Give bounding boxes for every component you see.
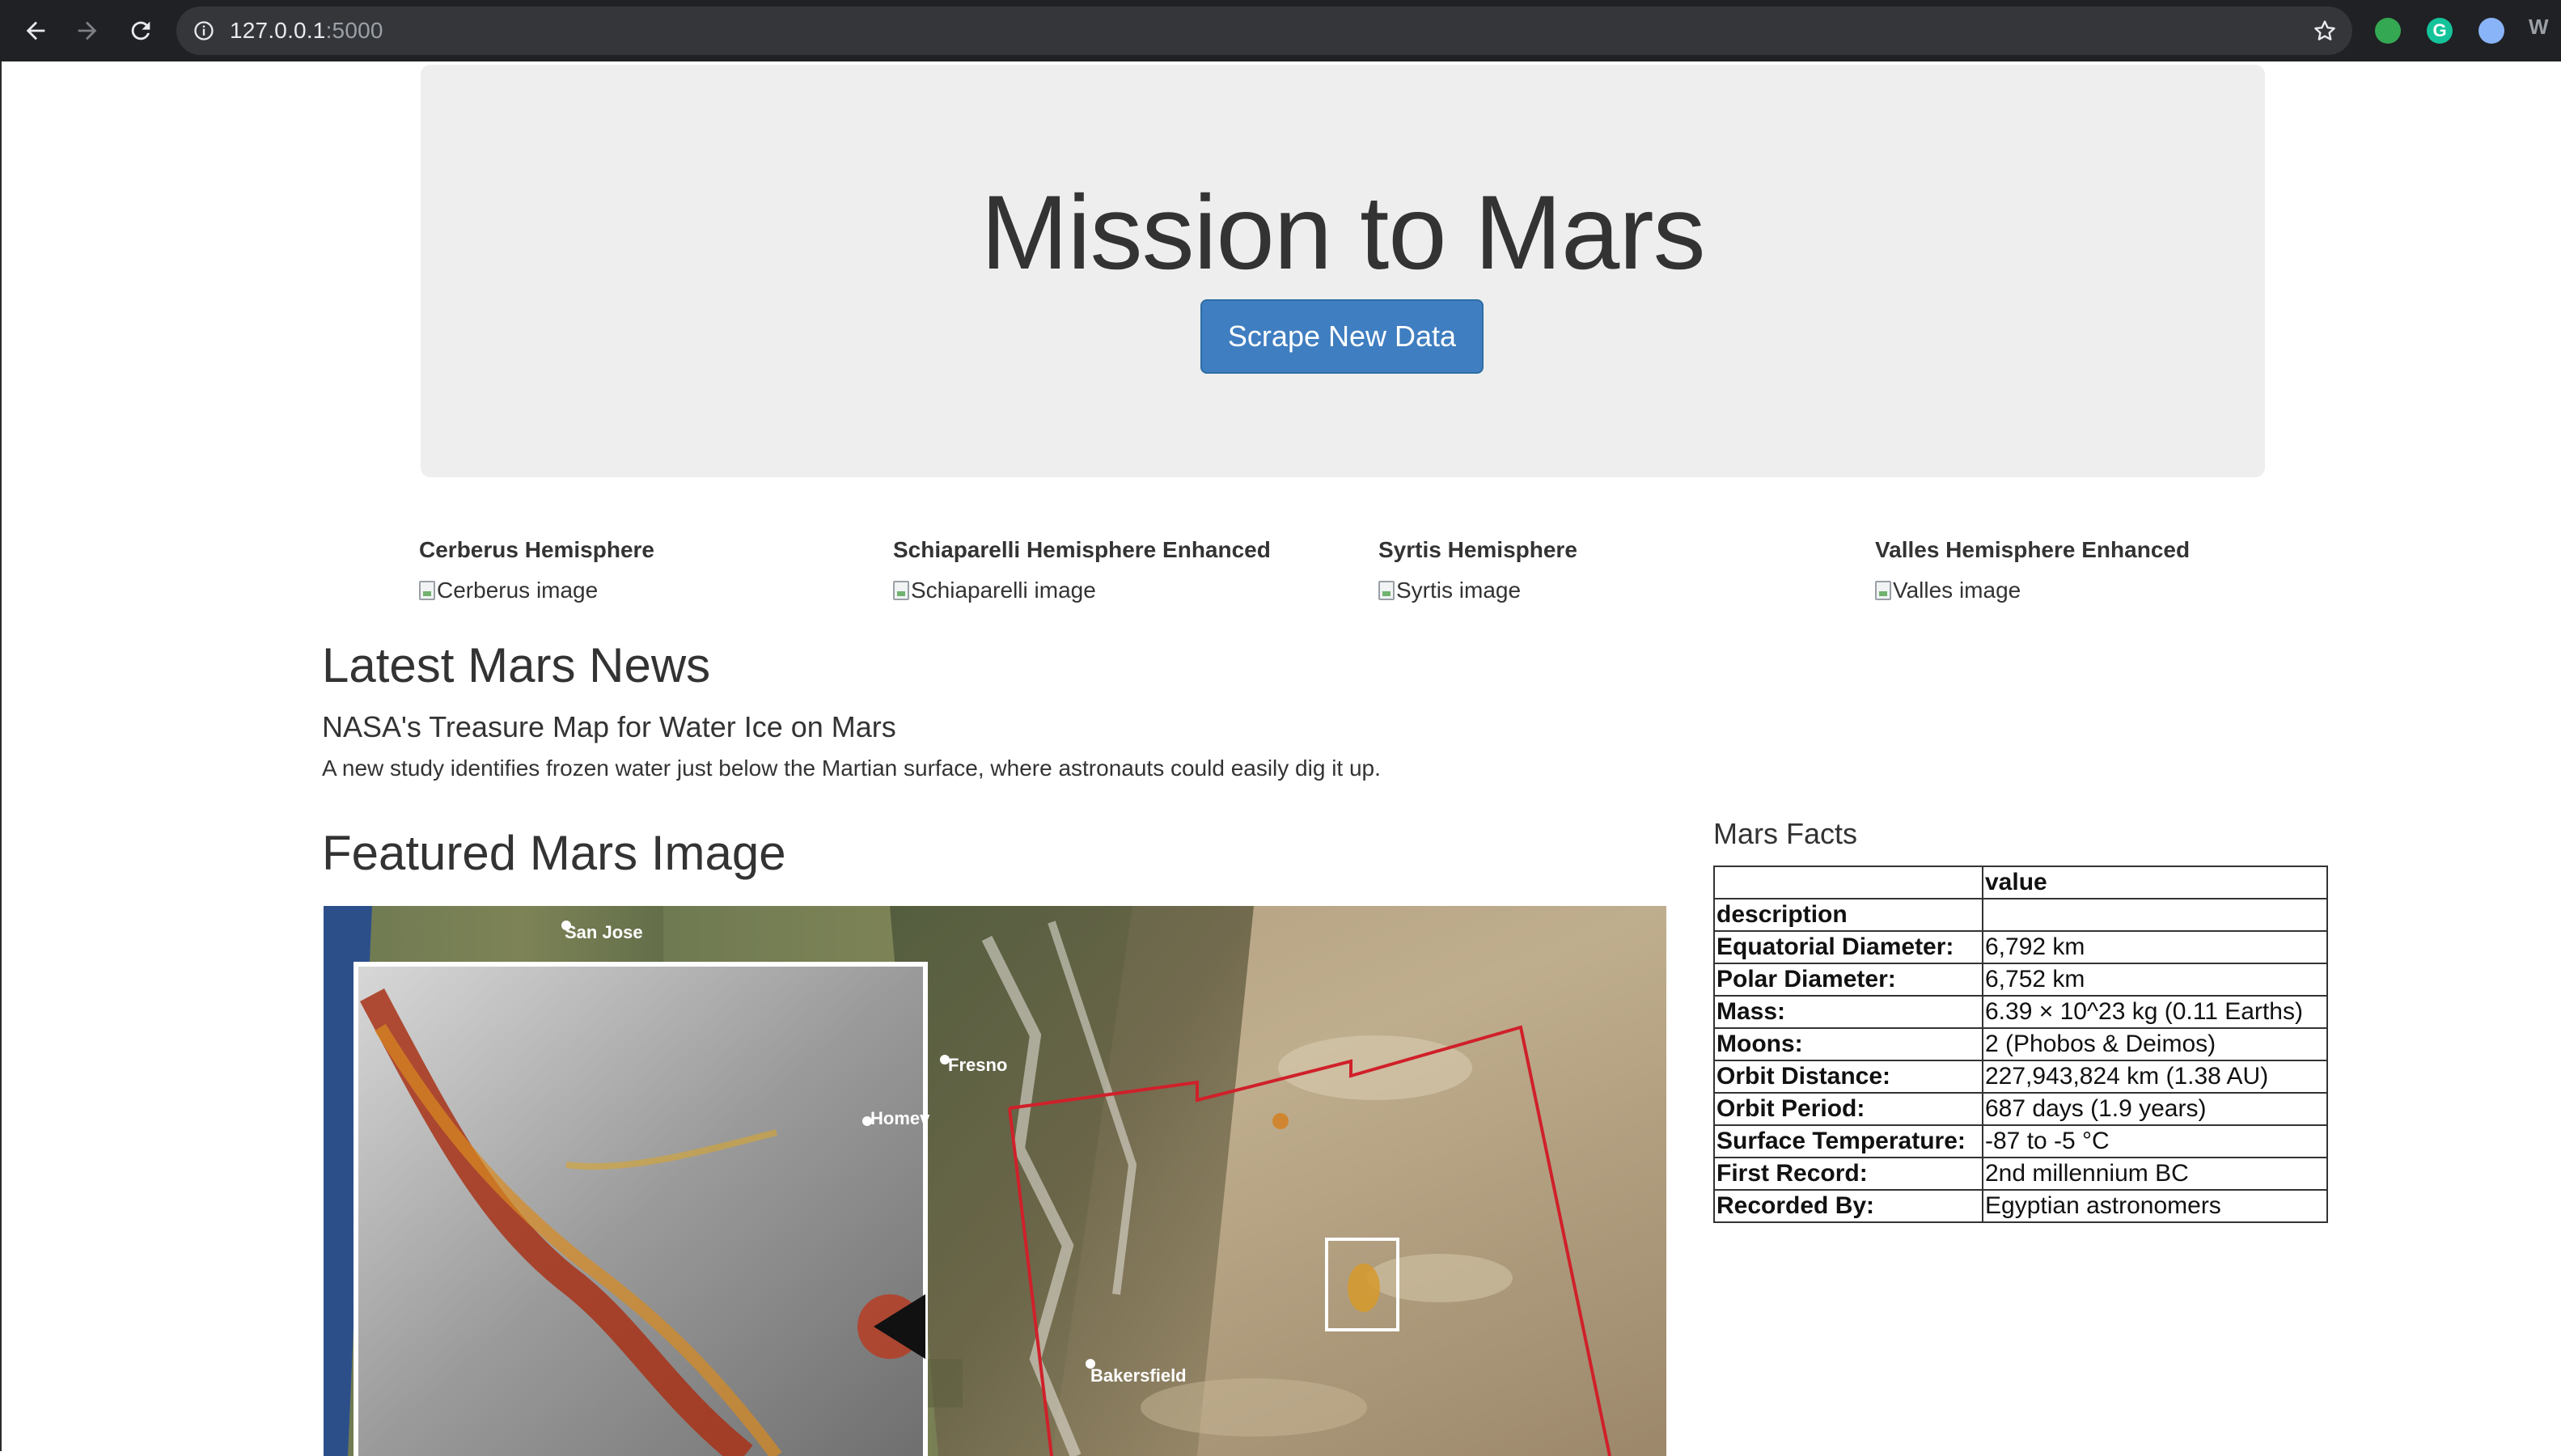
fact-value: 6,792 km (1982, 930, 2328, 964)
fact-label: Recorded By: (1713, 1189, 1983, 1223)
table-header-empty (1982, 898, 2328, 932)
hemisphere-image-alt: Cerberus image (437, 578, 599, 603)
fact-value: 6.39 × 10^23 kg (0.11 Earths) (1982, 995, 2328, 1029)
fact-label: Moons: (1713, 1027, 1983, 1061)
table-row: Orbit Distance: 227,943,824 km (1.38 AU) (1713, 1060, 2328, 1094)
table-header-row: value (1713, 866, 2328, 899)
url-host: 127.0.0.1 (230, 18, 326, 43)
fact-value: Egyptian astronomers (1982, 1189, 2328, 1223)
table-row: Surface Temperature: -87 to -5 °C (1713, 1124, 2328, 1158)
featured-image-graphic: San Jose Fresno Homev Bakersfield (324, 906, 1666, 1456)
featured-image-heading: Featured Mars Image (322, 826, 786, 880)
fact-label: First Record: (1713, 1157, 1983, 1191)
table-row: Moons: 2 (Phobos & Deimos) (1713, 1027, 2328, 1061)
fact-value: 227,943,824 km (1.38 AU) (1982, 1060, 2328, 1094)
hemisphere-image-alt: Schiaparelli image (911, 578, 1096, 603)
news-teaser: A new study identifies frozen water just… (322, 756, 1381, 781)
table-header-row: description (1713, 898, 2328, 932)
hemisphere-schiaparelli: Schiaparelli Hemisphere Enhanced Schiapa… (893, 537, 1271, 603)
mars-facts-heading: Mars Facts (1713, 817, 1858, 850)
hemisphere-title: Valles Hemisphere Enhanced (1875, 537, 2191, 562)
table-row: Polar Diameter: 6,752 km (1713, 963, 2328, 997)
featured-mars-image: San Jose Fresno Homev Bakersfield (324, 906, 1666, 1456)
back-arrow-icon (26, 21, 45, 40)
broken-image-icon (1378, 581, 1395, 600)
table-row: Recorded By: Egyptian astronomers (1713, 1189, 2328, 1223)
fact-label: Equatorial Diameter: (1713, 930, 1983, 964)
back-button[interactable] (19, 15, 52, 47)
hemisphere-syrtis: Syrtis Hemisphere Syrtis image (1378, 537, 1577, 603)
grammarly-extension-icon[interactable]: G (2427, 18, 2453, 44)
jumbotron: Mission to Mars Scrape New Data (421, 65, 2265, 477)
scrape-new-data-button[interactable]: Scrape New Data (1200, 299, 1484, 374)
table-row: Orbit Period: 687 days (1.9 years) (1713, 1092, 2328, 1126)
news-heading: Latest Mars News (322, 638, 711, 692)
hemisphere-title: Schiaparelli Hemisphere Enhanced (893, 537, 1271, 562)
mars-facts-table: value description Equatorial Diameter: 6,… (1713, 866, 2328, 1223)
fact-value: 2nd millennium BC (1982, 1157, 2328, 1191)
hemisphere-cerberus: Cerberus Hemisphere Cerberus image (419, 537, 654, 603)
table-row: Equatorial Diameter: 6,792 km (1713, 930, 2328, 964)
extension-more-icon[interactable]: W (2529, 15, 2549, 40)
fact-value: 2 (Phobos & Deimos) (1982, 1027, 2328, 1061)
fact-label: Mass: (1713, 995, 1983, 1029)
hemisphere-image-alt: Syrtis image (1396, 578, 1522, 603)
news-title: NASA's Treasure Map for Water Ice on Mar… (322, 710, 896, 743)
broken-image-icon (893, 581, 909, 600)
url-port: :5000 (325, 18, 383, 43)
fact-value: 687 days (1.9 years) (1982, 1092, 2328, 1126)
url-text: 127.0.0.1:5000 (230, 6, 383, 55)
fact-label: Surface Temperature: (1713, 1124, 1983, 1158)
extension-green-icon[interactable] (2375, 18, 2401, 44)
hemisphere-valles: Valles Hemisphere Enhanced Valles image (1875, 537, 2190, 603)
browser-toolbar: 127.0.0.1:5000 G W (0, 0, 2561, 61)
fact-value: 6,752 km (1982, 963, 2328, 997)
fact-value: -87 to -5 °C (1982, 1124, 2328, 1158)
map-label-homev: Homev (870, 1108, 930, 1128)
hemisphere-image: Cerberus image (419, 578, 654, 603)
reload-button[interactable] (125, 15, 157, 47)
table-header-empty (1713, 866, 1983, 899)
table-row: First Record: 2nd millennium BC (1713, 1157, 2328, 1191)
fact-label: Orbit Distance: (1713, 1060, 1983, 1094)
extension-blue-icon[interactable] (2478, 18, 2504, 44)
map-label-san-jose: San Jose (565, 922, 643, 942)
broken-image-icon (1875, 581, 1891, 600)
broken-image-icon (419, 581, 435, 600)
page-content: Mission to Mars Scrape New Data Cerberus… (0, 61, 2561, 1456)
hemisphere-title: Syrtis Hemisphere (1378, 537, 1577, 562)
fact-label: Orbit Period: (1713, 1092, 1983, 1126)
map-label-bakersfield: Bakersfield (1090, 1365, 1187, 1386)
hemisphere-image: Valles image (1875, 578, 2190, 603)
fact-label: Polar Diameter: (1713, 963, 1983, 997)
table-row: Mass: 6.39 × 10^23 kg (0.11 Earths) (1713, 995, 2328, 1029)
forward-button[interactable] (71, 15, 104, 47)
reload-icon (131, 21, 150, 40)
forward-arrow-icon (78, 21, 97, 40)
hemisphere-title: Cerberus Hemisphere (419, 537, 655, 562)
bookmark-star-icon[interactable] (2312, 18, 2338, 44)
page-title: Mission to Mars (980, 173, 1705, 291)
site-info-icon[interactable] (193, 19, 215, 42)
map-label-fresno: Fresno (948, 1055, 1007, 1075)
table-header-description: description (1713, 898, 1983, 932)
address-bar[interactable]: 127.0.0.1:5000 (176, 6, 2352, 55)
hemisphere-image-alt: Valles image (1893, 578, 2021, 603)
table-header-value: value (1982, 866, 2328, 899)
hemisphere-image: Schiaparelli image (893, 578, 1271, 603)
hemisphere-image: Syrtis image (1378, 578, 1577, 603)
